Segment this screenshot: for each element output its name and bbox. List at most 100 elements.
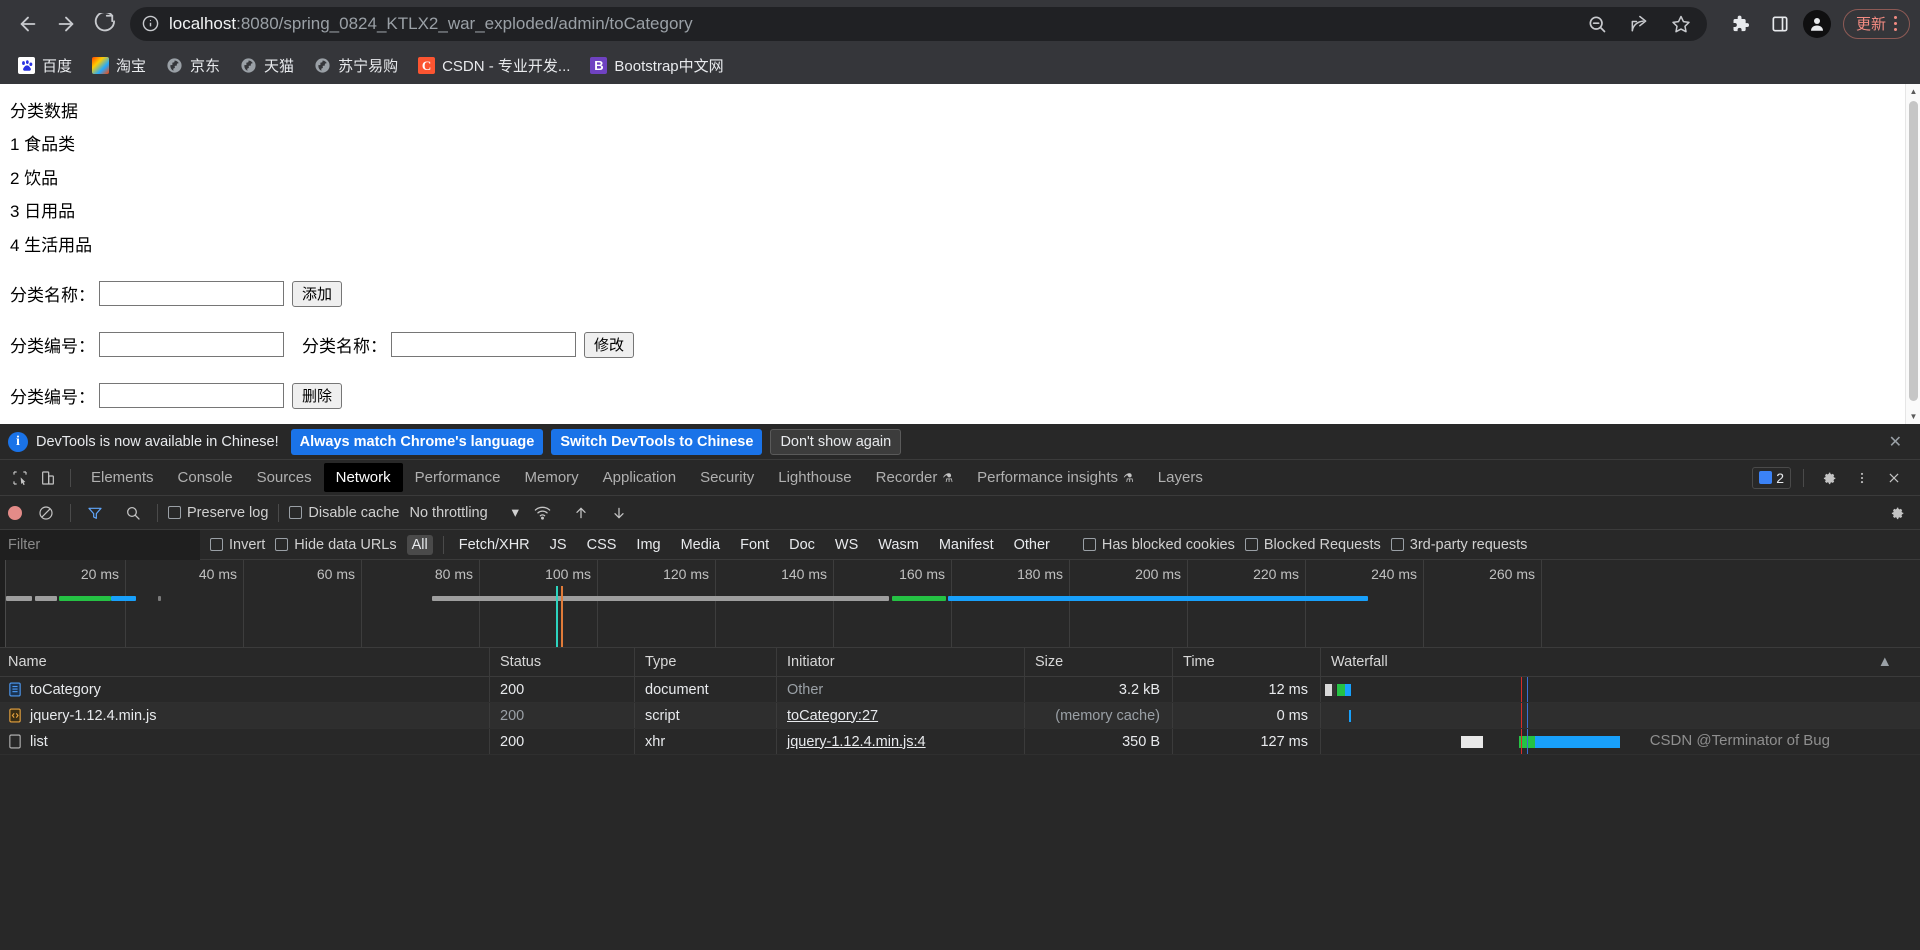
filter-type-css[interactable]: CSS xyxy=(582,535,622,555)
update-button[interactable]: 更新 xyxy=(1842,8,1910,39)
filter-input[interactable] xyxy=(0,529,200,560)
inspect-element-icon[interactable] xyxy=(6,464,34,492)
filter-type-font[interactable]: Font xyxy=(735,535,774,555)
edit-button[interactable]: 修改 xyxy=(584,331,635,358)
table-row[interactable]: jquery-1.12.4.min.js 200 script toCatego… xyxy=(0,703,1920,729)
tab-memory[interactable]: Memory xyxy=(513,463,591,492)
bookmark-star-icon[interactable] xyxy=(1667,10,1695,38)
tab-recorder[interactable]: Recorder ⚗ xyxy=(864,463,965,492)
scrollbar-thumb[interactable] xyxy=(1909,101,1918,401)
request-initiator[interactable]: toCategory:27 xyxy=(777,703,1025,728)
column-header-waterfall[interactable]: Waterfall ▲ xyxy=(1321,648,1920,676)
record-button[interactable] xyxy=(8,505,22,520)
export-har-icon[interactable] xyxy=(605,499,633,527)
tab-lighthouse[interactable]: Lighthouse xyxy=(766,463,863,492)
issues-badge[interactable]: 2 xyxy=(1752,466,1791,489)
request-initiator[interactable]: jquery-1.12.4.min.js:4 xyxy=(777,729,1025,754)
initiator-link[interactable]: jquery-1.12.4.min.js:4 xyxy=(787,734,926,750)
filter-funnel-icon[interactable] xyxy=(81,499,109,527)
add-name-input[interactable] xyxy=(99,281,284,307)
table-row[interactable]: list 200 xhr jquery-1.12.4.min.js:4 350 … xyxy=(0,729,1920,755)
tab-performance-insights[interactable]: Performance insights ⚗ xyxy=(965,463,1146,492)
reload-button[interactable] xyxy=(86,6,122,42)
filter-type-media[interactable]: Media xyxy=(676,535,726,555)
address-bar[interactable]: localhost:8080/spring_0824_KTLX2_war_exp… xyxy=(130,6,1707,41)
preserve-log-checkbox[interactable]: Preserve log xyxy=(168,505,268,521)
edit-id-input[interactable] xyxy=(99,332,284,358)
edit-name-input[interactable] xyxy=(391,332,576,358)
search-icon[interactable] xyxy=(119,499,147,527)
hide-data-urls-checkbox[interactable]: Hide data URLs xyxy=(275,537,397,553)
profile-avatar[interactable] xyxy=(1802,9,1831,38)
disable-cache-checkbox[interactable]: Disable cache xyxy=(289,505,399,521)
column-header-time[interactable]: Time xyxy=(1173,648,1321,676)
invert-checkbox[interactable]: Invert xyxy=(210,537,265,553)
request-name-cell[interactable]: jquery-1.12.4.min.js xyxy=(0,703,490,728)
scroll-down-icon[interactable]: ▼ xyxy=(1906,409,1920,424)
column-header-size[interactable]: Size xyxy=(1025,648,1173,676)
request-name-cell[interactable]: list xyxy=(0,729,490,754)
extensions-icon[interactable] xyxy=(1723,7,1757,41)
clear-log-icon[interactable] xyxy=(32,499,60,527)
column-header-type[interactable]: Type xyxy=(635,648,777,676)
delete-button[interactable]: 删除 xyxy=(292,382,343,409)
column-header-status[interactable]: Status xyxy=(490,648,635,676)
filter-type-img[interactable]: Img xyxy=(631,535,665,555)
delete-id-input[interactable] xyxy=(99,383,284,409)
third-party-requests-checkbox[interactable]: 3rd-party requests xyxy=(1390,537,1527,553)
always-match-language-button[interactable]: Always match Chrome's language xyxy=(290,428,544,455)
tab-elements[interactable]: Elements xyxy=(79,463,166,492)
filter-type-wasm[interactable]: Wasm xyxy=(873,535,924,555)
tab-layers[interactable]: Layers xyxy=(1146,463,1215,492)
add-button[interactable]: 添加 xyxy=(292,280,343,307)
initiator-link[interactable]: toCategory:27 xyxy=(787,708,878,724)
filter-type-ws[interactable]: WS xyxy=(830,535,863,555)
bookmark-item[interactable]: 苏宁易购 xyxy=(306,51,406,80)
network-settings-gear-icon[interactable] xyxy=(1884,499,1912,527)
device-toolbar-icon[interactable] xyxy=(34,464,62,492)
chrome-menu-icon[interactable] xyxy=(1890,16,1901,31)
bookmark-item[interactable]: C CSDN - 专业开发... xyxy=(410,51,578,80)
column-header-name[interactable]: Name xyxy=(0,648,490,676)
bookmark-item[interactable]: 百度 xyxy=(10,51,80,80)
filter-type-other[interactable]: Other xyxy=(1009,535,1055,555)
tab-network[interactable]: Network xyxy=(323,463,403,492)
search-page-icon[interactable] xyxy=(1583,10,1611,38)
table-row[interactable]: toCategory 200 document Other 3.2 kB 12 … xyxy=(0,677,1920,703)
tab-performance[interactable]: Performance xyxy=(403,463,513,492)
has-blocked-cookies-checkbox[interactable]: Has blocked cookies xyxy=(1082,537,1235,553)
filter-type-manifest[interactable]: Manifest xyxy=(934,535,999,555)
tab-security[interactable]: Security xyxy=(688,463,766,492)
network-conditions-icon[interactable] xyxy=(529,499,557,527)
settings-gear-icon[interactable] xyxy=(1816,464,1844,492)
switch-devtools-language-button[interactable]: Switch DevTools to Chinese xyxy=(551,428,763,455)
bookmark-item[interactable]: 天猫 xyxy=(232,51,302,80)
close-banner-icon[interactable]: ✕ xyxy=(1879,432,1912,452)
bookmark-item[interactable]: 京东 xyxy=(158,51,228,80)
site-info-icon[interactable] xyxy=(142,15,159,32)
forward-button[interactable] xyxy=(48,6,84,42)
dont-show-again-button[interactable]: Don't show again xyxy=(770,428,902,455)
filter-type-fetch-xhr[interactable]: Fetch/XHR xyxy=(454,535,535,555)
column-header-initiator[interactable]: Initiator xyxy=(777,648,1025,676)
more-options-icon[interactable] xyxy=(1848,464,1876,492)
blocked-requests-checkbox[interactable]: Blocked Requests xyxy=(1244,537,1381,553)
tab-console[interactable]: Console xyxy=(166,463,245,492)
throttling-select[interactable]: No throttling ▾ xyxy=(409,505,518,521)
network-overview-timeline[interactable]: 20 ms 40 ms 60 ms 80 ms 100 ms 120 ms 14… xyxy=(0,560,1920,648)
side-panel-icon[interactable] xyxy=(1763,7,1797,41)
close-devtools-icon[interactable] xyxy=(1880,464,1908,492)
bookmark-item[interactable]: 淘宝 xyxy=(84,51,154,80)
share-icon[interactable] xyxy=(1625,10,1653,38)
filter-type-doc[interactable]: Doc xyxy=(784,535,820,555)
tab-sources[interactable]: Sources xyxy=(245,463,324,492)
scroll-up-icon[interactable]: ▲ xyxy=(1906,84,1920,99)
back-button[interactable] xyxy=(10,6,46,42)
page-scrollbar[interactable]: ▲ ▼ xyxy=(1905,84,1920,424)
filter-type-js[interactable]: JS xyxy=(545,535,572,555)
import-har-icon[interactable] xyxy=(567,499,595,527)
request-name-cell[interactable]: toCategory xyxy=(0,677,490,702)
filter-type-all[interactable]: All xyxy=(406,534,433,555)
bookmark-item[interactable]: B Bootstrap中文网 xyxy=(582,51,731,80)
tab-application[interactable]: Application xyxy=(591,463,688,492)
